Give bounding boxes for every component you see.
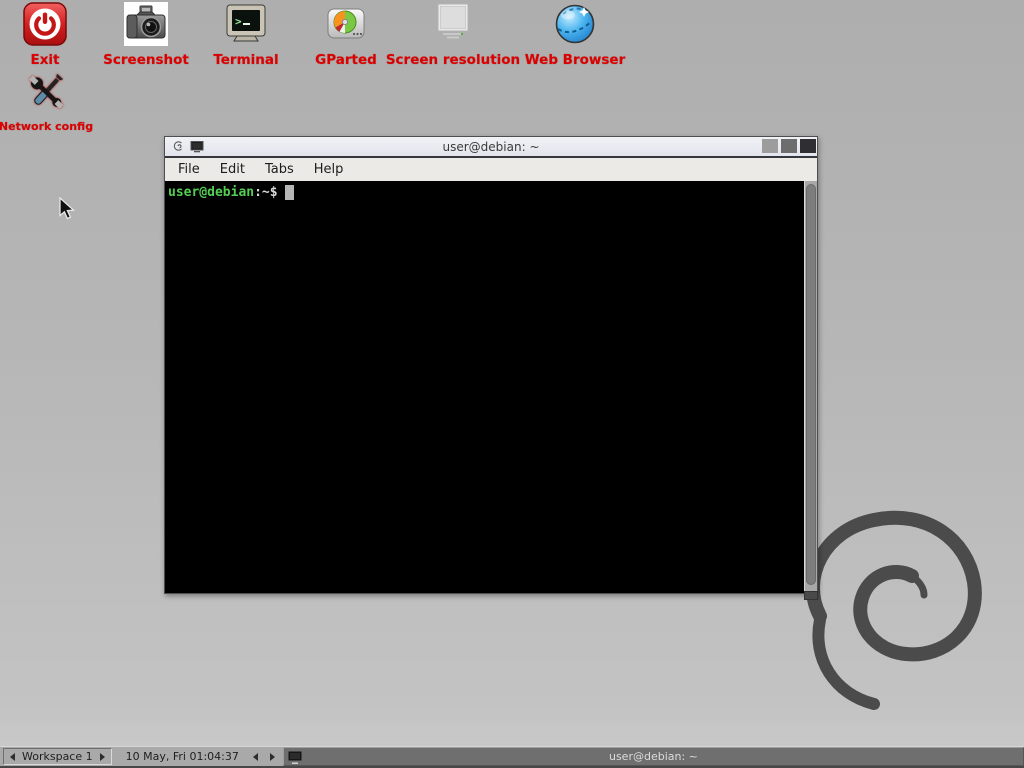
tools-icon — [24, 70, 68, 114]
desktop-icon-screen-resolution[interactable]: Screen resolution — [383, 2, 523, 68]
menu-file[interactable]: File — [168, 160, 210, 179]
window-resize-grip[interactable] — [804, 591, 818, 600]
desktop-icon-gparted[interactable]: GParted — [296, 2, 396, 68]
terminal-scrollbar[interactable] — [804, 181, 817, 593]
window-titlebar[interactable]: user@debian: ~ — [165, 137, 817, 158]
desktop-icon-label: Network config — [0, 120, 93, 133]
crt-terminal-icon: > — [224, 2, 268, 46]
desktop-icon-terminal[interactable]: > Terminal — [196, 2, 296, 68]
menu-help[interactable]: Help — [304, 160, 354, 179]
tasklist-next-icon[interactable] — [270, 753, 275, 761]
minimize-button[interactable] — [762, 139, 778, 153]
prompt-user-host: user@debian — [168, 185, 254, 200]
tasklist-prev-icon[interactable] — [253, 753, 258, 761]
desktop-icon-label: GParted — [315, 52, 377, 68]
desktop-icon-label: Exit — [30, 52, 59, 68]
disk-partition-icon — [324, 2, 368, 46]
task-button-terminal[interactable]: user@debian: ~ — [283, 747, 1024, 766]
desktop-icon-label: Terminal — [213, 52, 278, 68]
workspace-next-icon[interactable] — [100, 753, 105, 761]
terminal-output[interactable]: user@debian:~$ — [165, 181, 804, 593]
debian-menu-icon[interactable] — [172, 140, 184, 154]
prompt-path: :~$ — [254, 185, 277, 200]
terminal-task-icon — [287, 750, 303, 765]
camera-icon — [124, 2, 168, 46]
monitor-icon — [431, 2, 475, 46]
maximize-button[interactable] — [781, 139, 797, 153]
taskbar: Workspace 1 10 May, Fri 01:04:37 user@de… — [0, 746, 1024, 768]
desktop-icon-network-config[interactable]: Network config — [0, 70, 92, 133]
terminal-app-icon — [190, 141, 204, 153]
desktop-icon-label: Screenshot — [103, 52, 189, 68]
svg-text:>: > — [235, 15, 242, 28]
desktop-icon-label: Screen resolution — [386, 52, 520, 68]
menu-edit[interactable]: Edit — [210, 160, 255, 179]
desktop-icon-web-browser[interactable]: Web Browser — [515, 2, 635, 68]
power-icon — [23, 2, 67, 46]
desktop-icon-label: Web Browser — [525, 52, 625, 68]
taskbar-clock: 10 May, Fri 01:04:37 — [126, 750, 239, 763]
workspace-prev-icon[interactable] — [10, 753, 15, 761]
terminal-cursor — [285, 185, 294, 200]
menu-tabs[interactable]: Tabs — [255, 160, 304, 179]
desktop-icon-screenshot[interactable]: Screenshot — [96, 2, 196, 68]
terminal-menubar: File Edit Tabs Help — [165, 158, 817, 181]
debian-swirl-watermark — [782, 498, 1024, 733]
globe-icon — [553, 2, 597, 46]
workspace-label: Workspace 1 — [22, 750, 93, 763]
workspace-switcher[interactable]: Workspace 1 — [3, 748, 112, 765]
terminal-window: user@debian: ~ File Edit Tabs Help user@… — [164, 136, 818, 594]
mouse-cursor — [59, 197, 76, 221]
scrollbar-thumb[interactable] — [806, 184, 816, 585]
close-button[interactable] — [800, 139, 816, 153]
desktop-icon-exit[interactable]: Exit — [0, 2, 90, 68]
terminal-screen[interactable]: user@debian:~$ — [165, 181, 817, 593]
task-button-label: user@debian: ~ — [609, 750, 698, 763]
window-title: user@debian: ~ — [165, 140, 817, 154]
